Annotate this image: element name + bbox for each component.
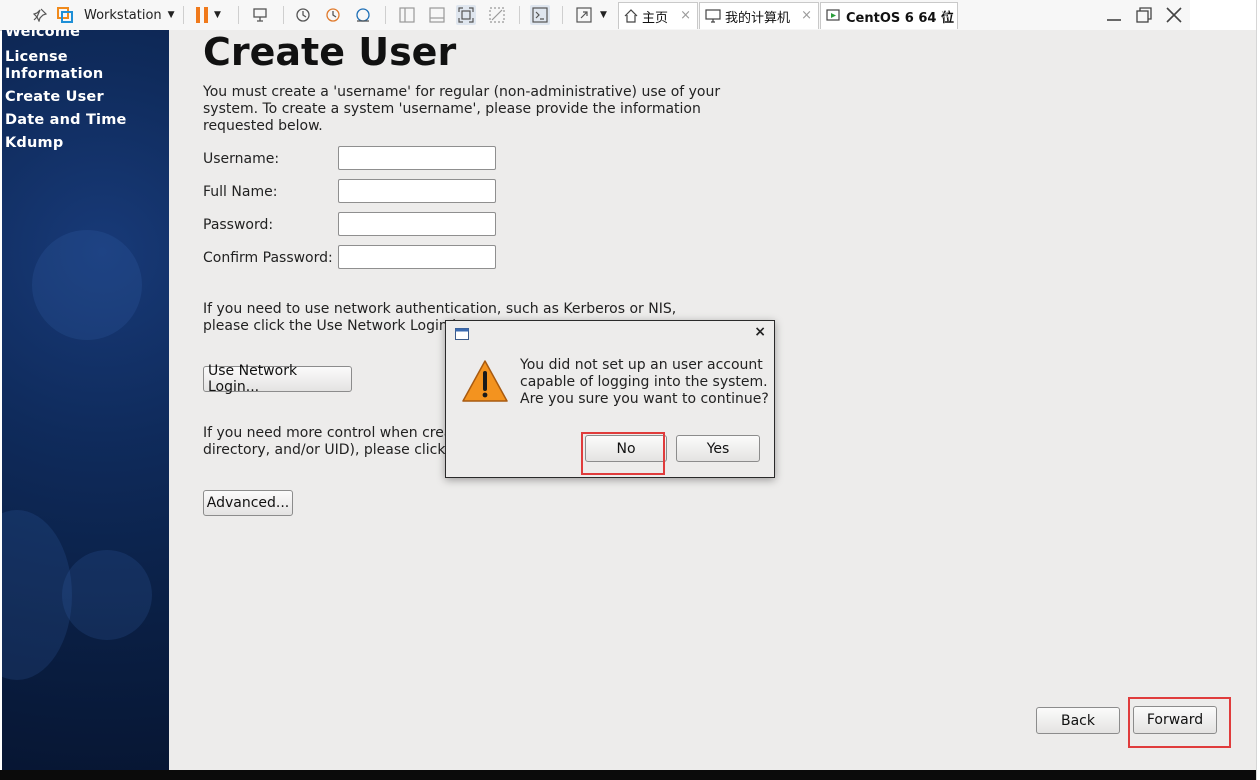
sidebar-item-create-user: Create User bbox=[5, 89, 104, 105]
dialog-titlebar: × bbox=[446, 321, 774, 345]
installer-sidebar: Welcome License Information Create User … bbox=[2, 30, 169, 770]
restore-icon[interactable] bbox=[1130, 2, 1158, 28]
no-highlight-box bbox=[581, 432, 665, 475]
dialog-close-icon[interactable]: × bbox=[754, 324, 766, 340]
close-icon[interactable]: × bbox=[801, 8, 812, 23]
sidebar-item-welcome: Welcome bbox=[5, 30, 81, 40]
stretch-dropdown-icon[interactable]: ▼ bbox=[600, 0, 607, 30]
window-icon bbox=[455, 328, 469, 340]
console-view-icon[interactable] bbox=[427, 0, 447, 30]
sidebar-decoration bbox=[32, 230, 142, 340]
advanced-button[interactable]: Advanced... bbox=[203, 490, 293, 516]
yes-button[interactable]: Yes bbox=[676, 435, 760, 462]
tab-label: 主页 bbox=[642, 10, 669, 26]
full-name-field[interactable] bbox=[338, 179, 496, 203]
minimize-icon[interactable] bbox=[1100, 2, 1128, 28]
back-button[interactable]: Back bbox=[1036, 707, 1120, 734]
sidebar-decoration bbox=[62, 550, 152, 640]
advanced-text: If you need more control when crea direc… bbox=[203, 425, 455, 458]
vm-console[interactable]: Welcome License Information Create User … bbox=[2, 30, 1256, 770]
close-icon[interactable]: × bbox=[680, 8, 691, 23]
full-name-label: Full Name: bbox=[203, 184, 278, 200]
toolbar-divider bbox=[183, 6, 184, 24]
workstation-menu[interactable]: Workstation ▼ bbox=[84, 0, 175, 30]
revert-snapshot-icon[interactable] bbox=[323, 0, 343, 30]
fullscreen-icon[interactable] bbox=[456, 0, 476, 30]
toolbar-divider bbox=[519, 6, 520, 24]
chevron-down-icon: ▼ bbox=[167, 10, 175, 20]
snapshot-manager-icon[interactable] bbox=[353, 0, 373, 30]
vm-bottom-bar bbox=[0, 770, 1260, 780]
vmware-logo-icon bbox=[55, 0, 75, 30]
close-icon[interactable]: × bbox=[940, 8, 951, 23]
computer-icon bbox=[705, 9, 721, 23]
vmware-toolbar: Workstation ▼ ▼ ▼ 主页 × 我的计算机 × CentOS 6 … bbox=[0, 0, 1190, 31]
pause-icon[interactable] bbox=[192, 0, 212, 30]
sidebar-item-license: License Information bbox=[5, 49, 104, 82]
window-frame-edge bbox=[1256, 0, 1260, 780]
page-title: Create User bbox=[203, 30, 457, 74]
toolbar-divider bbox=[562, 6, 563, 24]
unity-icon[interactable] bbox=[487, 0, 507, 30]
dialog-message: You did not set up an user account capab… bbox=[520, 357, 769, 407]
vm-icon bbox=[826, 9, 842, 23]
use-network-login-button[interactable]: Use Network Login... bbox=[203, 363, 352, 395]
intro-text: You must create a 'username' for regular… bbox=[203, 84, 721, 134]
pin-icon[interactable] bbox=[30, 0, 50, 30]
send-keys-icon[interactable] bbox=[250, 0, 270, 30]
warning-dialog: × You did not set up an user account cap… bbox=[445, 320, 775, 478]
username-field[interactable] bbox=[338, 146, 496, 170]
warning-icon bbox=[461, 359, 509, 403]
sidebar-item-date-time: Date and Time bbox=[5, 112, 127, 128]
password-label: Password: bbox=[203, 217, 274, 233]
terminal-icon[interactable] bbox=[530, 0, 550, 30]
toolbar-divider bbox=[238, 6, 239, 24]
toolbar-divider bbox=[283, 6, 284, 24]
sidebar-item-kdump: Kdump bbox=[5, 135, 64, 151]
confirm-password-label: Confirm Password: bbox=[203, 250, 333, 266]
confirm-password-field[interactable] bbox=[338, 245, 496, 269]
sidebar-view-icon[interactable] bbox=[397, 0, 417, 30]
workstation-label: Workstation bbox=[84, 7, 162, 23]
forward-highlight-box bbox=[1128, 697, 1231, 748]
window-close-icon[interactable] bbox=[1160, 2, 1188, 28]
tab-label: CentOS 6 64 位 bbox=[846, 10, 954, 26]
tab-centos-vm[interactable]: CentOS 6 64 位 × bbox=[820, 2, 958, 29]
tab-home[interactable]: 主页 × bbox=[618, 2, 698, 29]
stretch-icon[interactable] bbox=[574, 0, 594, 30]
toolbar-divider bbox=[385, 6, 386, 24]
tab-label: 我的计算机 bbox=[725, 10, 791, 26]
username-label: Username: bbox=[203, 151, 280, 167]
snapshot-icon[interactable] bbox=[293, 0, 313, 30]
password-field[interactable] bbox=[338, 212, 496, 236]
pause-dropdown-icon[interactable]: ▼ bbox=[214, 0, 221, 30]
home-icon bbox=[624, 9, 638, 23]
tab-my-computer[interactable]: 我的计算机 × bbox=[699, 2, 819, 29]
